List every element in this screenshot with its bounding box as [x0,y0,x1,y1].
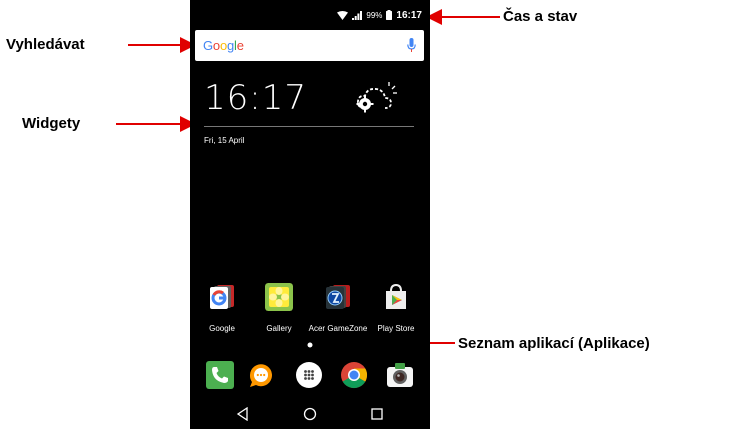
weather-settings-icon[interactable] [353,80,399,114]
app-drawer-icon[interactable] [295,361,323,389]
app-label: Play Store [377,324,415,333]
app-acer-gamezone[interactable]: Acer GameZone [308,283,368,333]
signal-icon [352,10,363,20]
phone-icon[interactable] [206,361,234,389]
widget-clock[interactable]: 16:17 [204,78,307,118]
callout-status: Čas a stav [503,8,578,25]
phone-screen: 99% 16:17 Google 16:17 Fri, 15 April Goo… [190,0,430,429]
acer-gamezone-icon [326,285,350,309]
battery-icon [386,10,393,20]
play-store-icon [386,283,406,309]
gallery-icon [265,283,293,311]
callout-search: Vyhledávat [6,36,85,53]
google-folder-icon [210,285,234,309]
callout-widgets: Widgety [22,115,81,132]
app-play-store[interactable]: Play Store [366,283,426,333]
home-icon[interactable] [303,407,317,421]
messaging-icon[interactable] [247,361,275,389]
app-label: Acer GameZone [308,324,368,333]
wifi-icon [337,10,349,20]
widget-date[interactable]: Fri, 15 April [204,136,244,145]
chrome-icon[interactable] [340,361,368,389]
google-logo: Google [203,38,244,53]
microphone-icon[interactable] [407,38,416,53]
status-time: 16:17 [396,9,422,21]
widget-divider [204,126,414,127]
back-icon[interactable] [236,407,250,421]
google-search-bar[interactable]: Google [195,30,424,61]
camera-icon[interactable] [386,361,414,389]
recents-icon[interactable] [370,407,384,421]
home-app-row: Google Gallery Acer GameZone Play Store [190,283,430,333]
app-label: Gallery [266,324,292,333]
callout-app-list: Seznam aplikací (Aplikace) [458,335,650,352]
battery-percent: 99% [366,10,383,20]
navigation-bar [190,400,430,429]
app-gallery[interactable]: Gallery [249,283,309,333]
favorites-dock [190,357,430,393]
status-bar: 99% 16:17 [337,8,422,22]
page-indicator-dot [307,342,313,348]
app-google[interactable]: Google [192,283,252,333]
app-label: Google [209,324,235,333]
